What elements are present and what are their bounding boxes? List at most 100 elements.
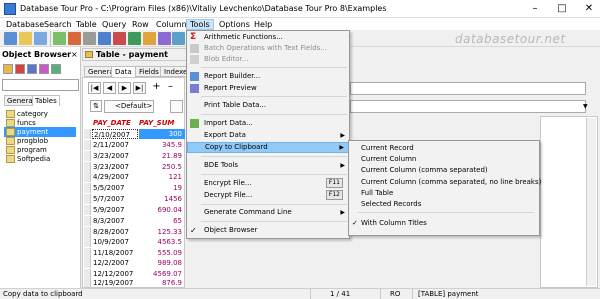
status-position: 1 / 41	[330, 290, 351, 298]
table-icon	[6, 119, 15, 127]
menu-item-print-table-data[interactable]: Print Table Data...	[187, 100, 349, 111]
app-icon	[4, 3, 16, 15]
table-row[interactable]: 8/28/2007 125.33	[84, 227, 186, 237]
table-row[interactable]: 5/9/2007 690.04	[84, 205, 186, 215]
copy-icon[interactable]	[172, 32, 185, 45]
menu-options[interactable]: Options	[216, 19, 253, 30]
table-row[interactable]: 4/29/2007 121	[84, 172, 186, 182]
close-icon[interactable]: ✕	[578, 0, 600, 18]
print-icon[interactable]	[83, 32, 96, 45]
menu-item-report-builder[interactable]: Report Builder...	[187, 71, 349, 82]
report-icon[interactable]	[158, 32, 171, 45]
filter-input[interactable]	[350, 82, 586, 95]
submenu-item-current-column-comma[interactable]: Current Column (comma separated)	[349, 165, 539, 176]
submenu-item-current-record[interactable]: Current Record	[349, 143, 539, 154]
delete-icon[interactable]	[15, 64, 25, 74]
maximize-icon[interactable]: □	[551, 0, 573, 18]
menu-item-batch-operations[interactable]: Batch Operations with Text Fields...	[187, 43, 349, 54]
search-icon[interactable]	[170, 100, 183, 113]
table-row[interactable]: 12/2/2007 989.08	[84, 258, 186, 268]
submenu-item-current-column-comma-no-breaks[interactable]: Current Column (comma separated, no line…	[349, 177, 541, 188]
menu-table[interactable]: Table	[73, 19, 100, 30]
filter-icon[interactable]	[51, 64, 61, 74]
menu-item-arithmetic-functions[interactable]: Σ Arithmetic Functions...	[187, 32, 349, 43]
menu-item-report-preview[interactable]: Report Preview	[187, 83, 349, 94]
menu-separator	[201, 156, 347, 157]
table-row[interactable]: 11/18/2007 555.09	[84, 248, 186, 258]
chevron-down-icon[interactable]: ▼	[583, 103, 588, 110]
menu-separator	[201, 204, 347, 205]
table-row[interactable]: 8/3/2007 65	[84, 216, 186, 226]
row-marker	[84, 205, 91, 215]
tab-data[interactable]: Data	[111, 66, 136, 77]
query-icon[interactable]	[68, 32, 81, 45]
refresh-icon[interactable]	[39, 64, 49, 74]
submenu-item-full-table[interactable]: Full Table	[349, 188, 539, 199]
menu-column[interactable]: Column	[153, 19, 190, 30]
tab-fields[interactable]: Fields	[135, 66, 163, 77]
table-row[interactable]: 2/10/2007 300	[84, 129, 186, 139]
folder-icon[interactable]	[3, 64, 13, 74]
first-record-icon[interactable]: |◀	[88, 82, 101, 94]
index-combo[interactable]: <Default>	[104, 100, 154, 113]
column-header-pay-sum[interactable]: PAY_SUM	[139, 118, 174, 128]
table-row[interactable]: 10/9/2007 4563.5	[84, 237, 186, 247]
menu-tools[interactable]: Tools	[186, 19, 214, 30]
search-input[interactable]	[350, 100, 586, 113]
menu-item-decrypt-file[interactable]: Decrypt File... F12	[187, 190, 349, 201]
table-row[interactable]: 12/19/2007 876.9	[84, 278, 186, 287]
table-icon[interactable]	[53, 32, 66, 45]
table-row[interactable]: 5/7/2007 1456	[84, 194, 186, 204]
sql-icon[interactable]	[128, 32, 141, 45]
export-icon[interactable]	[143, 32, 156, 45]
sort-icon[interactable]: ⇅	[90, 100, 102, 112]
menu-item-encrypt-file[interactable]: Encrypt File... F11	[187, 178, 349, 189]
menu-item-bde-tools[interactable]: BDE Tools ▶	[187, 160, 349, 171]
row-marker	[84, 248, 91, 258]
menu-item-export-data[interactable]: Export Data ▶	[187, 130, 349, 141]
menu-item-object-browser[interactable]: ✓ Object Browser	[187, 225, 349, 236]
menu-search[interactable]: Search	[41, 19, 74, 30]
menu-query[interactable]: Query	[99, 19, 129, 30]
close-panel-icon[interactable]: ×	[71, 50, 78, 59]
filter-icon[interactable]	[113, 32, 126, 45]
table-row[interactable]: 5/5/2007 19	[84, 183, 186, 193]
submenu-item-with-column-titles[interactable]: ✓ With Column Titles	[349, 218, 539, 229]
table-row[interactable]: 3/23/2007 21.89	[84, 151, 186, 161]
insert-record-icon[interactable]: +	[150, 82, 163, 94]
row-marker	[84, 227, 91, 237]
delete-record-icon[interactable]: –	[164, 82, 177, 94]
row-marker	[84, 237, 91, 247]
vertical-scrollbar[interactable]	[586, 118, 596, 286]
menu-item-blob-editor[interactable]: Blob Editor...	[187, 54, 349, 65]
menu-item-import-data[interactable]: Import Data...	[187, 118, 349, 129]
table-icon	[6, 155, 15, 163]
tree-item[interactable]: Softpedia	[4, 154, 76, 164]
status-bar	[0, 288, 600, 299]
prior-record-icon[interactable]: ◀	[103, 82, 116, 94]
menu-item-copy-to-clipboard[interactable]: Copy to Clipboard ▶	[187, 142, 349, 153]
menu-help[interactable]: Help	[251, 19, 275, 30]
open-folder-icon[interactable]	[19, 32, 32, 45]
database-combo[interactable]	[2, 79, 79, 91]
minimize-icon[interactable]: –	[524, 0, 546, 18]
table-row[interactable]: 2/11/2007 345.9	[84, 140, 186, 150]
next-record-icon[interactable]: ▶	[118, 82, 131, 94]
database-icon[interactable]	[27, 64, 37, 74]
table-row[interactable]: 3/23/2007 250.5	[84, 162, 186, 172]
tab-tables[interactable]: Tables	[32, 95, 60, 106]
status-mode: RO	[390, 290, 401, 298]
batch-icon	[190, 44, 199, 53]
submenu-item-current-column[interactable]: Current Column	[349, 154, 539, 165]
row-marker	[84, 183, 91, 193]
shortcut-f11: F11	[325, 178, 343, 188]
status-separator	[412, 289, 413, 299]
menu-row[interactable]: Row	[129, 19, 152, 30]
save-icon[interactable]	[98, 32, 111, 45]
close-database-icon[interactable]	[34, 32, 47, 45]
last-record-icon[interactable]: ▶|	[133, 82, 146, 94]
open-database-icon[interactable]	[4, 32, 17, 45]
column-header-pay-date[interactable]: PAY_DATE	[93, 118, 131, 128]
submenu-item-selected-records[interactable]: Selected Records	[349, 199, 539, 210]
menu-item-generate-command-line[interactable]: Generate Command Line ▶	[187, 207, 349, 218]
